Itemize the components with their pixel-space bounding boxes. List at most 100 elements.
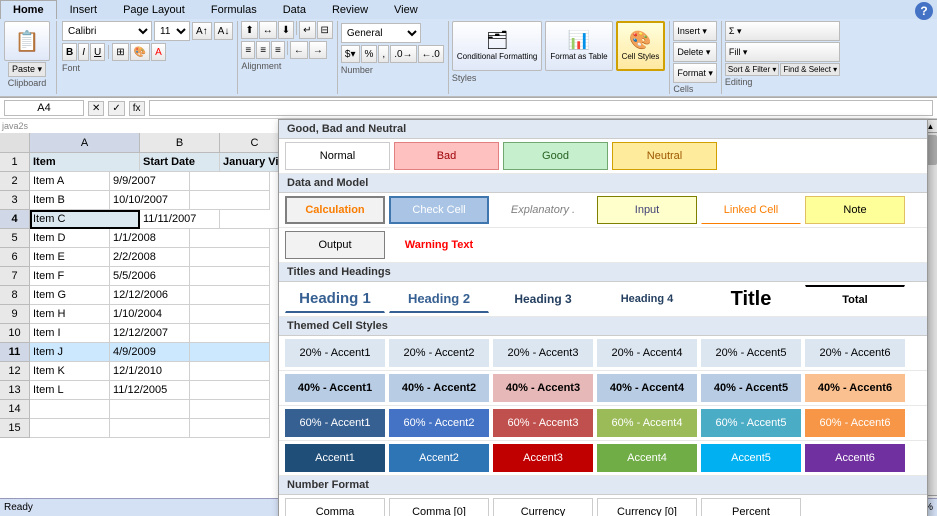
insert-btn[interactable]: Insert ▾ (673, 21, 717, 41)
cell-b11[interactable]: 4/9/2009 (110, 343, 190, 362)
row-header-6[interactable]: 6 (0, 248, 30, 267)
row-header-9[interactable]: 9 (0, 305, 30, 324)
col-header-a[interactable]: A (30, 133, 140, 153)
font-color-btn[interactable]: A (151, 43, 166, 61)
fill-btn[interactable]: Fill ▾ (725, 42, 840, 62)
cell-c12[interactable] (190, 362, 270, 381)
tab-view[interactable]: View (381, 0, 431, 19)
align-right-btn[interactable]: ≡ (271, 41, 285, 59)
border-btn[interactable]: ⊞ (112, 43, 128, 61)
linked-cell-style[interactable]: Linked Cell (701, 196, 801, 224)
note-style[interactable]: Note (805, 196, 905, 224)
formula-fn-btn[interactable]: fx (129, 101, 145, 116)
number-format-select[interactable]: General (341, 23, 421, 43)
currency-btn[interactable]: $▾ (341, 45, 360, 63)
check-cell-style[interactable]: Check Cell (389, 196, 489, 224)
normal-style[interactable]: Normal (285, 142, 390, 170)
align-top-btn[interactable]: ⬆ (241, 21, 257, 39)
cell-a10[interactable]: Item I (30, 324, 110, 343)
cell-a4[interactable]: Item C (30, 210, 140, 229)
percent-btn[interactable]: % (361, 45, 378, 63)
40a5-style[interactable]: 40% - Accent5 (701, 374, 801, 402)
decimal-dec-btn[interactable]: ←.0 (418, 45, 444, 63)
acc4-style[interactable]: Accent4 (597, 444, 697, 472)
acc3-style[interactable]: Accent3 (493, 444, 593, 472)
cell-a3[interactable]: Item B (30, 191, 110, 210)
cell-c14[interactable] (190, 400, 270, 419)
total-style[interactable]: Total (805, 285, 905, 313)
merge-btn[interactable]: ⊟ (317, 21, 333, 39)
conditional-formatting-btn[interactable]: 🗂 Conditional Formatting (452, 21, 542, 71)
60a3-style[interactable]: 60% - Accent3 (493, 409, 593, 437)
format-btn[interactable]: Format ▾ (673, 63, 717, 83)
cell-b13[interactable]: 11/12/2005 (110, 381, 190, 400)
cell-c2[interactable] (190, 172, 270, 191)
currency0-style[interactable]: Currency [0] (597, 498, 697, 516)
cell-b1[interactable]: Start Date (140, 153, 220, 172)
cell-a15[interactable] (30, 419, 110, 438)
cell-a9[interactable]: Item H (30, 305, 110, 324)
cell-a6[interactable]: Item E (30, 248, 110, 267)
tab-formulas[interactable]: Formulas (198, 0, 270, 19)
cell-a11[interactable]: Item J (30, 343, 110, 362)
20a2-style[interactable]: 20% - Accent2 (389, 339, 489, 367)
help-button[interactable]: ? (915, 2, 933, 20)
delete-btn[interactable]: Delete ▾ (673, 42, 717, 62)
align-mid-btn[interactable]: ↔ (259, 21, 277, 39)
wrap-text-btn[interactable]: ↵ (299, 21, 315, 39)
cell-b10[interactable]: 12/12/2007 (110, 324, 190, 343)
row-header-10[interactable]: 10 (0, 324, 30, 343)
cell-b15[interactable] (110, 419, 190, 438)
row-header-12[interactable]: 12 (0, 362, 30, 381)
align-bottom-btn[interactable]: ⬇ (278, 21, 294, 39)
cell-c8[interactable] (190, 286, 270, 305)
name-box[interactable] (4, 100, 84, 116)
cell-b7[interactable]: 5/5/2006 (110, 267, 190, 286)
formula-cancel-btn[interactable]: ✕ (88, 101, 104, 116)
cell-c5[interactable] (190, 229, 270, 248)
cell-a13[interactable]: Item L (30, 381, 110, 400)
decrease-font-btn[interactable]: A↓ (214, 22, 234, 40)
tab-data[interactable]: Data (270, 0, 319, 19)
align-center-btn[interactable]: ≡ (256, 41, 270, 59)
currency-style[interactable]: Currency (493, 498, 593, 516)
cell-a2[interactable]: Item A (30, 172, 110, 191)
find-select-btn[interactable]: Find & Select ▾ (780, 63, 840, 76)
italic-btn[interactable]: I (78, 43, 89, 61)
tab-insert[interactable]: Insert (57, 0, 111, 19)
output-style[interactable]: Output (285, 231, 385, 259)
title-style[interactable]: Title (701, 285, 801, 313)
row-header-15[interactable]: 15 (0, 419, 30, 438)
40a1-style[interactable]: 40% - Accent1 (285, 374, 385, 402)
cell-c7[interactable] (190, 267, 270, 286)
cell-a14[interactable] (30, 400, 110, 419)
20a5-style[interactable]: 20% - Accent5 (701, 339, 801, 367)
cell-b2[interactable]: 9/9/2007 (110, 172, 190, 191)
format-as-table-btn[interactable]: 📊 Format as Table (545, 21, 612, 71)
indent-dec-btn[interactable]: ← (290, 41, 308, 59)
cell-b3[interactable]: 10/10/2007 (110, 191, 190, 210)
60a5-style[interactable]: 60% - Accent5 (701, 409, 801, 437)
cell-b12[interactable]: 12/1/2010 (110, 362, 190, 381)
60a1-style[interactable]: 60% - Accent1 (285, 409, 385, 437)
comma0-style[interactable]: Comma [0] (389, 498, 489, 516)
cell-a7[interactable]: Item F (30, 267, 110, 286)
cell-c11[interactable] (190, 343, 270, 362)
cell-a8[interactable]: Item G (30, 286, 110, 305)
underline-btn[interactable]: U (90, 43, 105, 61)
row-header-2[interactable]: 2 (0, 172, 30, 191)
cell-b8[interactable]: 12/12/2006 (110, 286, 190, 305)
heading3-style[interactable]: Heading 3 (493, 285, 593, 313)
cell-b4[interactable]: 11/11/2007 (140, 210, 220, 229)
cell-c10[interactable] (190, 324, 270, 343)
cell-c6[interactable] (190, 248, 270, 267)
neutral-style[interactable]: Neutral (612, 142, 717, 170)
60a6-style[interactable]: 60% - Accent6 (805, 409, 905, 437)
20a3-style[interactable]: 20% - Accent3 (493, 339, 593, 367)
font-name-select[interactable]: Calibri (62, 21, 152, 41)
formula-input[interactable] (149, 100, 933, 116)
tab-page-layout[interactable]: Page Layout (110, 0, 198, 19)
acc2-style[interactable]: Accent2 (389, 444, 489, 472)
fill-color-btn[interactable]: 🎨 (130, 43, 150, 61)
row-header-14[interactable]: 14 (0, 400, 30, 419)
